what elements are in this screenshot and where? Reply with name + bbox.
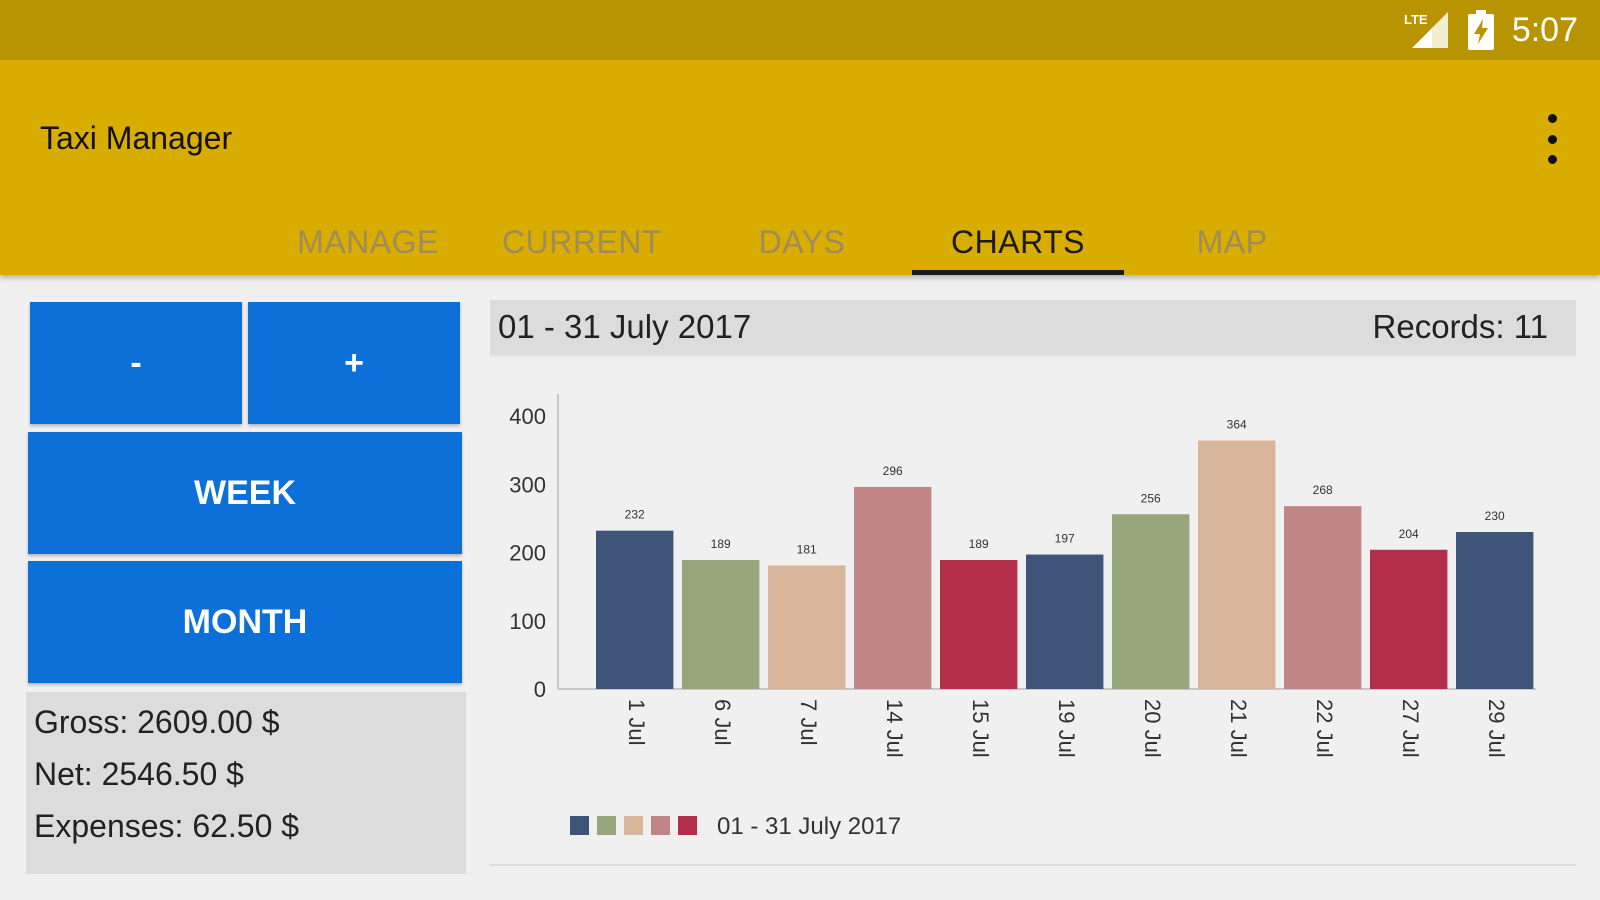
- previous-period-button[interactable]: -: [30, 302, 242, 424]
- network-type: LTE: [1404, 12, 1428, 27]
- bar-value-label: 204: [1399, 527, 1419, 541]
- status-icons: LTE 5:07: [1402, 8, 1578, 52]
- y-tick-label: 200: [509, 541, 546, 566]
- bar: [1456, 532, 1534, 689]
- net-total: Net: 2546.50 $: [34, 756, 244, 792]
- next-period-button[interactable]: +: [248, 302, 460, 424]
- x-tick-label: 22 Jul: [1312, 699, 1337, 758]
- legend-swatch: [597, 816, 616, 835]
- bar: [1284, 506, 1362, 689]
- bar: [596, 530, 674, 689]
- chart-divider: [490, 864, 1576, 866]
- bar: [1198, 440, 1276, 689]
- bar-value-label: 296: [883, 464, 903, 478]
- earnings-bar-chart: 0 100 200 300 400 232 1 Jul 189 6 Jul 181 7 Jul 296…: [509, 394, 1536, 840]
- x-tick-label: 19 Jul: [1054, 699, 1079, 758]
- legend-swatch: [570, 816, 589, 835]
- y-tick-label: 100: [509, 609, 546, 634]
- bar-value-label: 181: [797, 542, 817, 556]
- bar: [682, 560, 760, 689]
- tab-days[interactable]: DAYS: [696, 210, 908, 275]
- bar-value-label: 256: [1141, 491, 1161, 505]
- week-button[interactable]: WEEK: [28, 432, 462, 554]
- x-tick-label: 6 Jul: [710, 699, 735, 745]
- active-tab-indicator: [912, 270, 1124, 275]
- tab-charts[interactable]: CHARTS: [912, 210, 1124, 275]
- lte-signal-icon: LTE: [1404, 12, 1448, 48]
- bar-value-label: 189: [969, 537, 989, 551]
- gross-total: Gross: 2609.00 $: [34, 704, 280, 740]
- bar-value-label: 364: [1227, 418, 1247, 432]
- month-button[interactable]: MONTH: [28, 561, 462, 683]
- y-tick-label: 400: [509, 404, 546, 429]
- period-title: 01 - 31 July 2017: [498, 308, 752, 345]
- bar-value-label: 230: [1485, 509, 1505, 523]
- y-tick-label: 0: [534, 677, 546, 702]
- legend-swatch: [624, 816, 643, 835]
- period-header: 01 - 31 July 2017 Records: 11: [490, 300, 1576, 357]
- clock: 5:07: [1511, 10, 1578, 49]
- earnings-summary: Gross: 2609.00 $ Net: 2546.50 $ Expenses…: [26, 692, 466, 874]
- bar: [1370, 549, 1448, 689]
- x-tick-label: 20 Jul: [1140, 699, 1165, 758]
- bar: [1026, 554, 1104, 689]
- legend-label: 01 - 31 July 2017: [717, 813, 901, 840]
- x-tick-label: 27 Jul: [1398, 699, 1423, 758]
- x-tick-label: 1 Jul: [624, 699, 649, 745]
- x-tick-label: 15 Jul: [968, 699, 993, 758]
- tab-map[interactable]: MAP: [1126, 210, 1338, 275]
- status-bar: LTE 5:07: [0, 0, 1600, 60]
- battery-charging-icon: [1467, 10, 1494, 50]
- app-title: Taxi Manager: [40, 120, 233, 156]
- tab-manage[interactable]: MANAGE: [262, 210, 474, 275]
- legend-swatch: [678, 816, 697, 835]
- tab-bar: MANAGE CURRENT DAYS CHARTS MAP: [0, 210, 1600, 275]
- bar-value-label: 268: [1313, 483, 1333, 497]
- bar: [854, 486, 932, 689]
- bar: [768, 565, 846, 689]
- x-tick-label: 21 Jul: [1226, 699, 1251, 758]
- app-bar: Taxi Manager MANAGE CURRENT DAYS CHARTS …: [0, 60, 1600, 275]
- y-tick-label: 300: [509, 472, 546, 497]
- bar: [1112, 514, 1190, 689]
- x-tick-label: 14 Jul: [882, 699, 907, 758]
- x-tick-label: 29 Jul: [1484, 699, 1509, 758]
- legend-swatch: [651, 816, 670, 835]
- bar-value-label: 232: [625, 508, 645, 522]
- expenses-total: Expenses: 62.50 $: [34, 808, 300, 844]
- bar-value-label: 197: [1055, 532, 1075, 546]
- bar-value-label: 189: [711, 537, 731, 551]
- tab-current[interactable]: CURRENT: [476, 210, 688, 275]
- x-tick-label: 7 Jul: [796, 699, 821, 745]
- bar: [940, 560, 1018, 689]
- records-count: Records: 11: [1372, 308, 1548, 345]
- overflow-menu-icon[interactable]: [1542, 114, 1562, 164]
